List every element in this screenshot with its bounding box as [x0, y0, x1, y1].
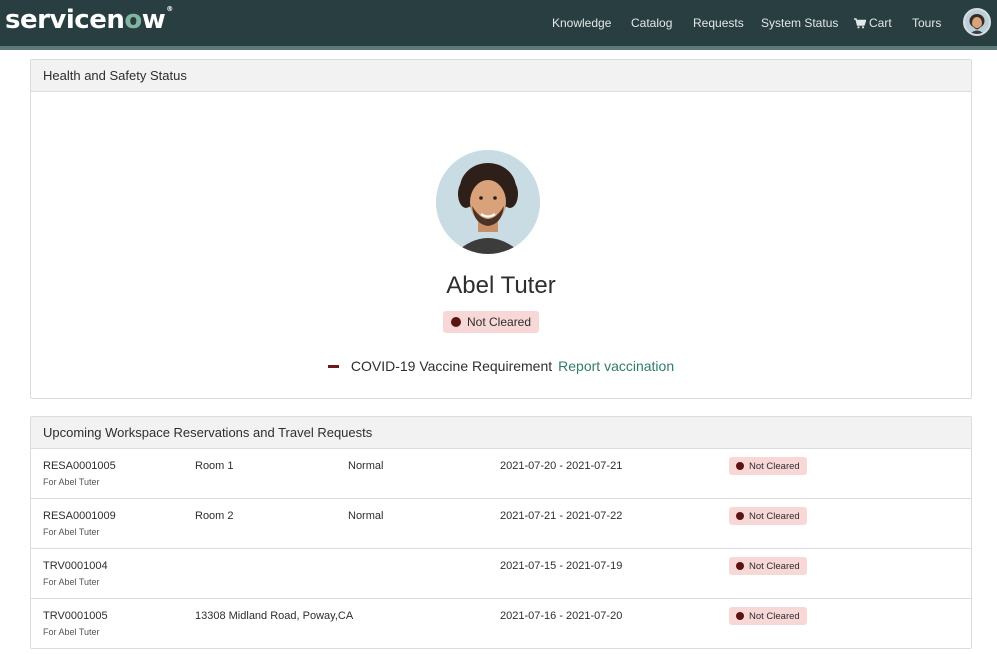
status-dot-icon: [451, 317, 461, 327]
vaccine-requirement-row: COVID-19 Vaccine Requirement Report vacc…: [31, 358, 971, 374]
dash-icon: [327, 364, 339, 368]
navbar-accent-stripe: [0, 46, 997, 50]
status-badge: Not Cleared: [729, 457, 807, 475]
table-row[interactable]: TRV0001005 For Abel Tuter 13308 Midland …: [31, 599, 971, 649]
person-name: Abel Tuter: [446, 272, 556, 299]
reservation-dates: 2021-07-16 - 2021-07-20: [500, 610, 623, 622]
user-avatar-icon[interactable]: [963, 8, 991, 36]
status-dot-icon: [736, 512, 744, 520]
reservations-panel: Upcoming Workspace Reservations and Trav…: [30, 416, 972, 649]
reservation-for: For Abel Tuter: [43, 477, 100, 487]
reservations-heading: Upcoming Workspace Reservations and Trav…: [31, 417, 971, 449]
nav-requests[interactable]: Requests: [693, 0, 744, 46]
reservation-dates: 2021-07-20 - 2021-07-21: [500, 460, 623, 472]
reservation-dates: 2021-07-15 - 2021-07-19: [500, 560, 623, 572]
reservation-id: TRV0001005: [43, 610, 108, 622]
status-badge: Not Cleared: [443, 311, 540, 333]
status-badge: Not Cleared: [729, 607, 807, 625]
reservation-location: Room 1: [195, 460, 234, 472]
report-vaccination-link[interactable]: Report vaccination: [558, 358, 674, 374]
servicenow-logo[interactable]: servicenow®: [5, 5, 173, 35]
table-row[interactable]: RESA0001009 For Abel Tuter Room 2 Normal…: [31, 499, 971, 549]
reservation-for: For Abel Tuter: [43, 627, 100, 637]
status-dot-icon: [736, 562, 744, 570]
status-badge: Not Cleared: [729, 507, 807, 525]
reservation-id: RESA0001009: [43, 510, 116, 522]
health-safety-panel: Health and Safety Status Abel Tuter Not …: [30, 59, 972, 399]
nav-cart[interactable]: Cart: [854, 0, 892, 46]
reservation-id: TRV0001004: [43, 560, 108, 572]
reservation-id: RESA0001005: [43, 460, 116, 472]
table-row[interactable]: RESA0001005 For Abel Tuter Room 1 Normal…: [31, 449, 971, 499]
table-row[interactable]: TRV0001004 For Abel Tuter 2021-07-15 - 2…: [31, 549, 971, 599]
status-dot-icon: [736, 612, 744, 620]
requirement-label: COVID-19 Vaccine Requirement: [350, 358, 553, 374]
reservation-location: 13308 Midland Road, Poway,CA: [195, 610, 354, 622]
profile-photo: [436, 150, 540, 254]
nav-knowledge[interactable]: Knowledge: [552, 0, 611, 46]
cart-icon: [854, 17, 866, 28]
top-navbar: servicenow® Knowledge Catalog Requests S…: [0, 0, 997, 46]
nav-tours[interactable]: Tours: [912, 0, 941, 46]
status-badge: Not Cleared: [729, 557, 807, 575]
reservation-dates: 2021-07-21 - 2021-07-22: [500, 510, 623, 522]
reservation-for: For Abel Tuter: [43, 577, 100, 587]
reservation-type: Normal: [348, 460, 384, 472]
reservation-location: Room 2: [195, 510, 234, 522]
status-dot-icon: [736, 462, 744, 470]
reservation-for: For Abel Tuter: [43, 527, 100, 537]
reservation-type: Normal: [348, 510, 384, 522]
nav-catalog[interactable]: Catalog: [631, 0, 672, 46]
nav-system-status[interactable]: System Status: [761, 0, 838, 46]
health-safety-heading: Health and Safety Status: [31, 60, 971, 92]
